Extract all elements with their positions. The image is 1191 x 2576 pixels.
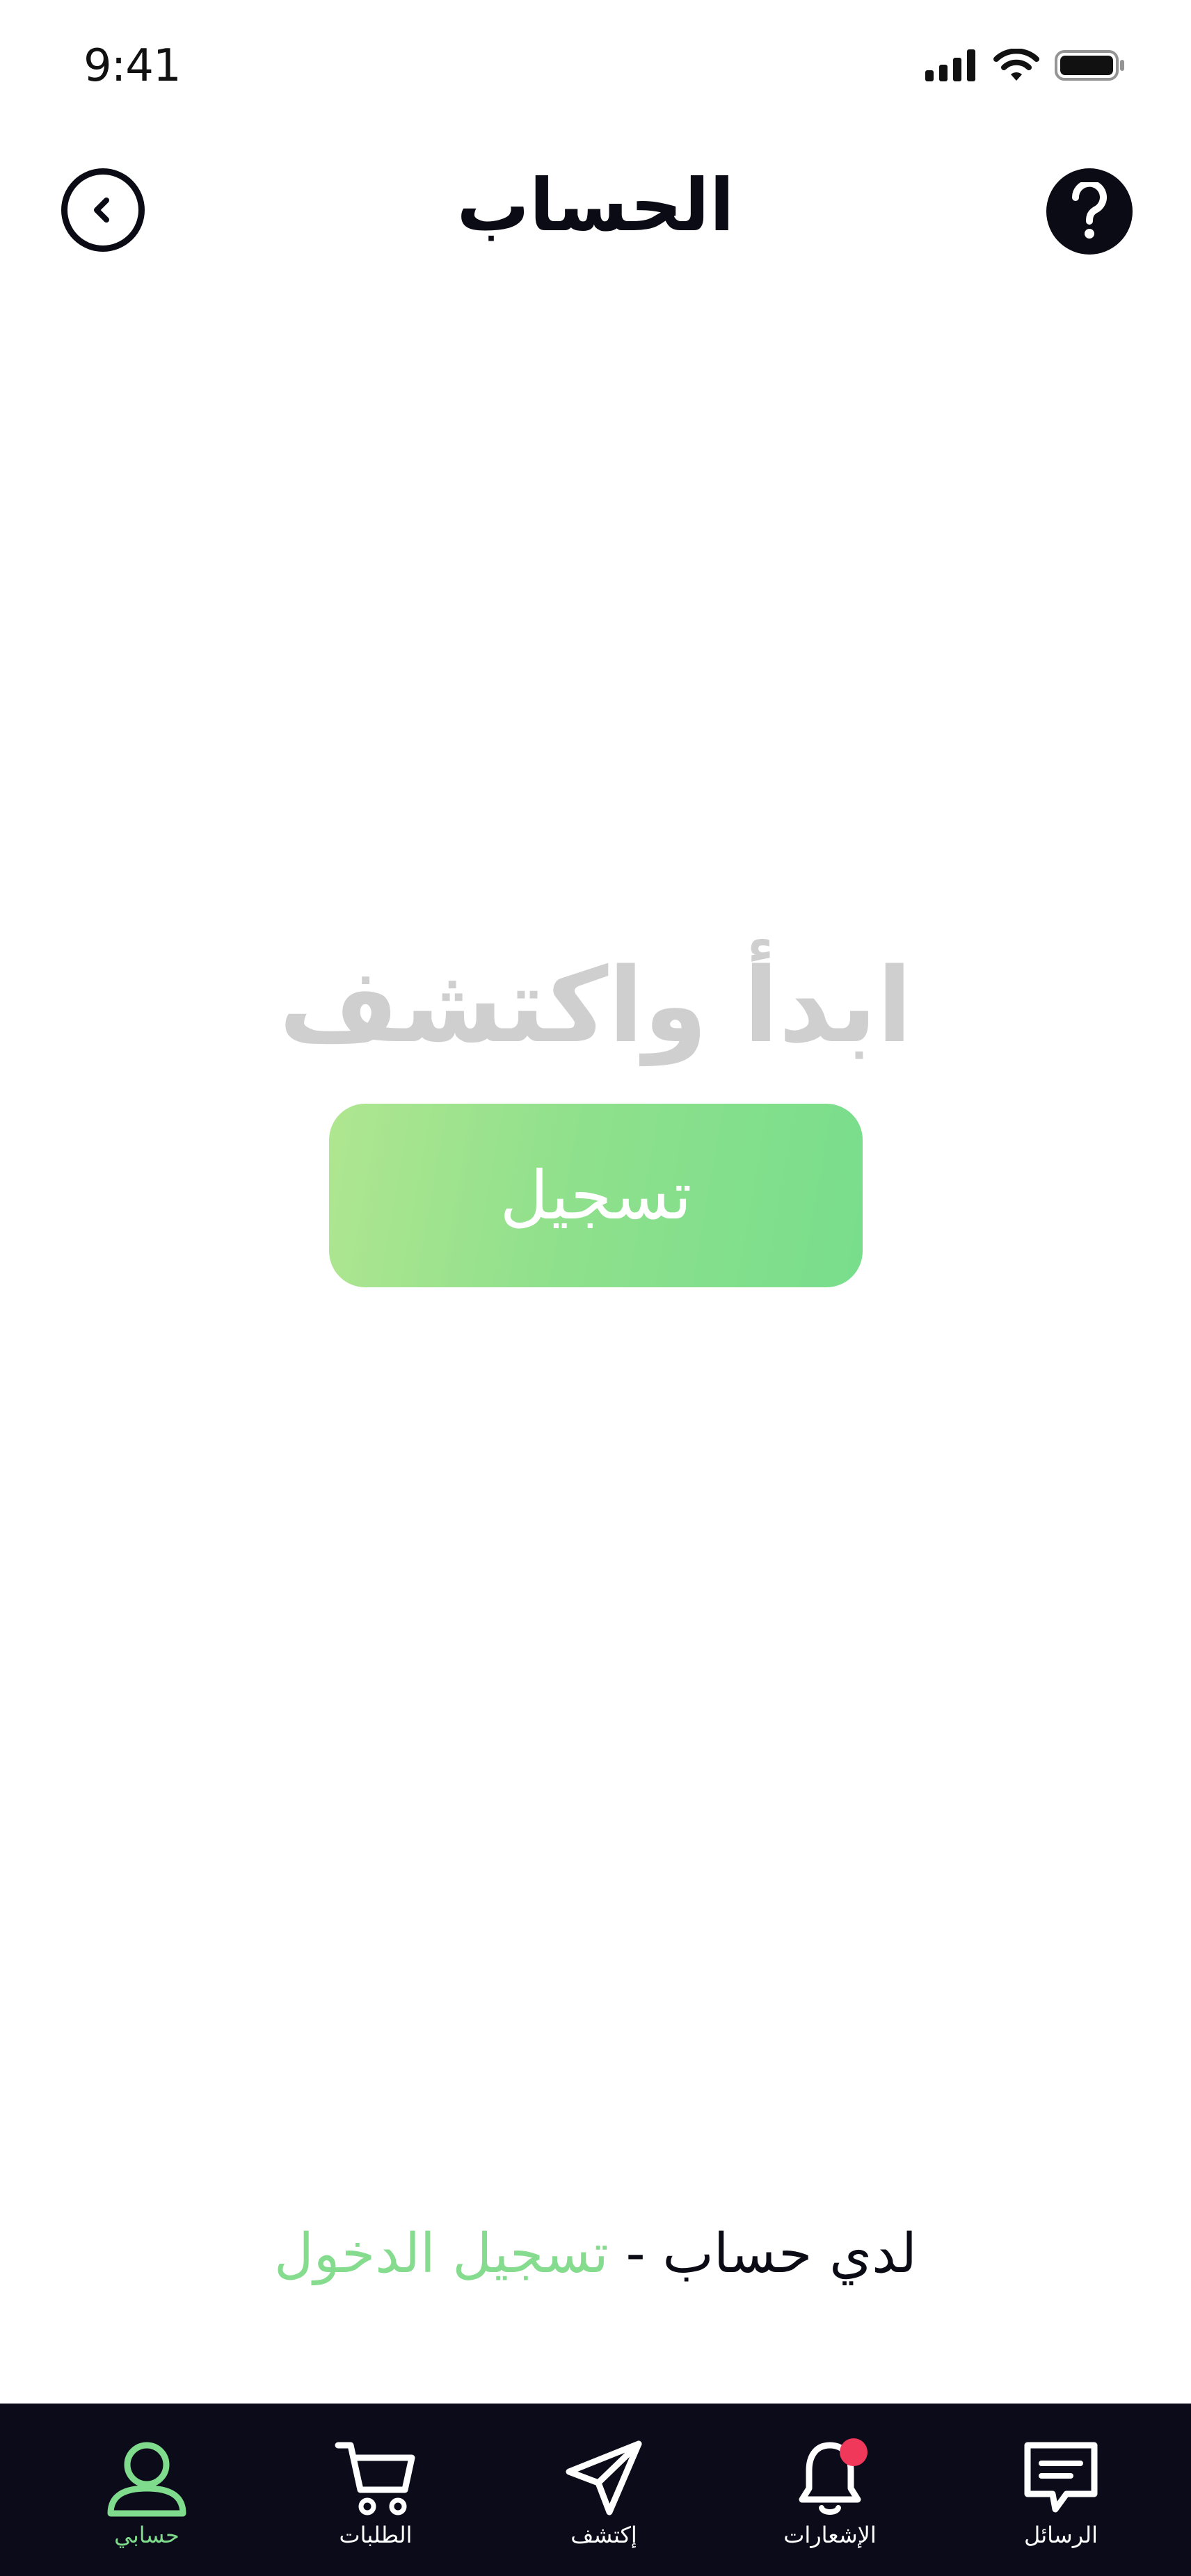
nav-item-orders[interactable]: الطلبات bbox=[292, 2404, 459, 2576]
login-prompt: لدي حساب - تسجيل الدخول bbox=[0, 2223, 1191, 2285]
status-time: 9:41 bbox=[83, 40, 182, 92]
header: الحساب bbox=[0, 153, 1191, 264]
nav-label-account: حسابي bbox=[114, 2522, 179, 2548]
message-icon bbox=[1024, 2442, 1098, 2513]
nav-label-discover: إكتشف bbox=[570, 2522, 637, 2548]
login-link[interactable]: تسجيل الدخول bbox=[274, 2223, 609, 2285]
nav-item-messages[interactable]: الرسائل bbox=[977, 2404, 1144, 2576]
battery-icon bbox=[1055, 50, 1124, 81]
notification-badge bbox=[840, 2438, 868, 2466]
help-button[interactable] bbox=[1046, 168, 1133, 255]
register-button[interactable]: تسجيل bbox=[329, 1104, 863, 1287]
nav-item-notifications[interactable]: الإشعارات bbox=[746, 2404, 913, 2576]
nav-label-orders: الطلبات bbox=[339, 2522, 413, 2548]
cart-icon bbox=[335, 2442, 415, 2515]
headline: ابدأ واكتشف bbox=[278, 946, 913, 1065]
nav-label-messages: الرسائل bbox=[1024, 2522, 1098, 2548]
signal-icon bbox=[925, 49, 975, 81]
nav-item-account[interactable]: حسابي bbox=[63, 2404, 230, 2576]
bottom-nav: حسابي الطلبات إكتشف الإشعارات الرسائل bbox=[0, 2404, 1191, 2576]
user-icon bbox=[107, 2442, 186, 2517]
status-bar: 9:41 bbox=[0, 0, 1191, 139]
wifi-icon bbox=[993, 49, 1039, 81]
question-mark-icon bbox=[1071, 182, 1107, 239]
nav-label-notifications: الإشعارات bbox=[783, 2522, 877, 2548]
status-icons bbox=[925, 49, 1127, 82]
page-title: الحساب bbox=[456, 163, 735, 248]
send-icon bbox=[566, 2440, 642, 2515]
login-prompt-text: لدي حساب - bbox=[625, 2223, 917, 2285]
nav-item-discover[interactable]: إكتشف bbox=[520, 2404, 687, 2576]
